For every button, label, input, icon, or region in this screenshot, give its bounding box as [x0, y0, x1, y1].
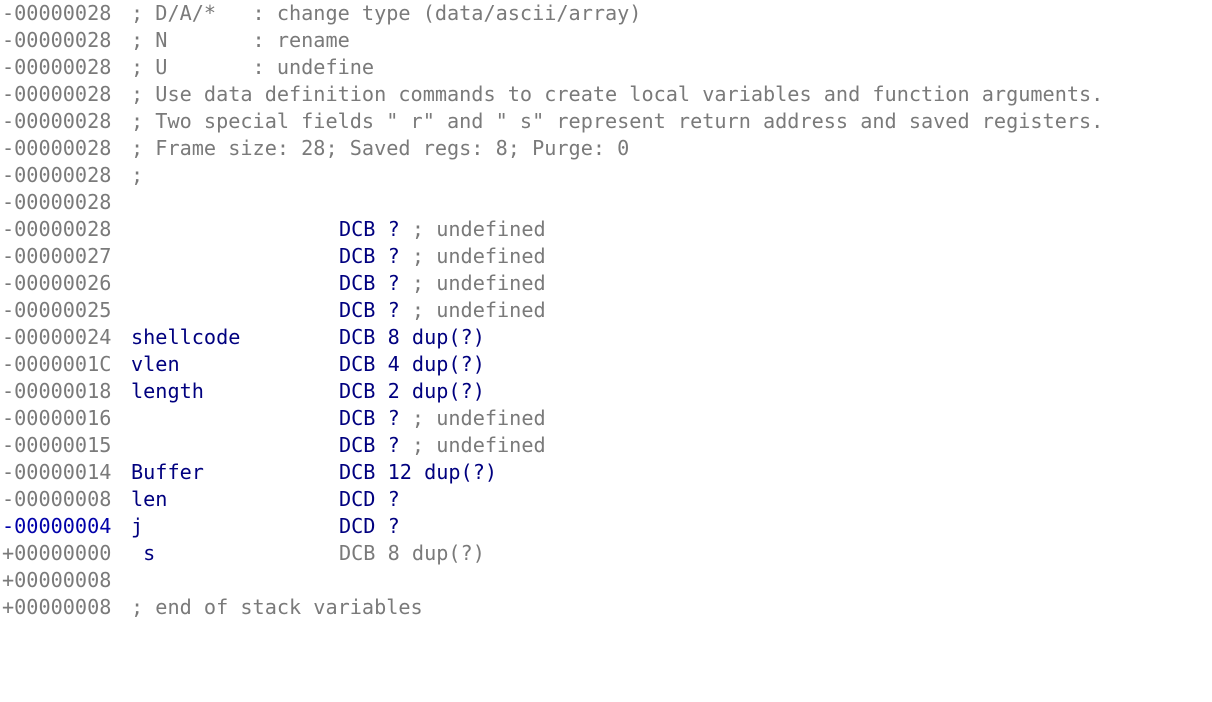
var-type: DCB ? [339, 217, 400, 241]
var-type: DCB ? [339, 298, 400, 322]
stack-var-line[interactable]: -00000024 shellcode DCB 8 dup(?) [0, 324, 1212, 351]
var-name[interactable]: len [131, 486, 167, 513]
stack-line[interactable]: -00000028 ; U : undefine [0, 54, 1212, 81]
stack-var-line[interactable]: -00000026 DCB ? ; undefined [0, 270, 1212, 297]
line-address: -00000018 [2, 379, 112, 403]
var-type: DCB ? [339, 433, 400, 457]
line-address: -00000025 [2, 298, 112, 322]
stack-var-line[interactable]: -00000015 DCB ? ; undefined [0, 432, 1212, 459]
stack-var-line[interactable]: -00000008 len DCD ? [0, 486, 1212, 513]
line-comment: ; Frame size: 28; Saved regs: 8; Purge: … [131, 136, 630, 160]
line-address: -00000028 [2, 1, 112, 25]
stack-line[interactable]: -00000028 ; Frame size: 28; Saved regs: … [0, 135, 1212, 162]
line-comment: ; Use data definition commands to create… [131, 82, 1104, 106]
line-address: -00000028 [2, 190, 112, 214]
var-name[interactable]: vlen [131, 351, 180, 378]
var-type: DCB ? [339, 244, 400, 268]
stack-var-line-selected[interactable]: -00000004 j DCD ? [0, 513, 1212, 540]
var-type[interactable]: DCB 8 dup(?) [339, 540, 485, 567]
var-name[interactable]: shellcode [131, 324, 240, 351]
line-address: -00000015 [2, 433, 112, 457]
var-definition[interactable]: DCB ? ; undefined [339, 297, 546, 324]
line-address: -00000014 [2, 460, 112, 484]
line-address: -00000028 [2, 28, 112, 52]
stack-var-line[interactable]: -00000014 Buffer DCB 12 dup(?) [0, 459, 1212, 486]
line-address: -00000004 [2, 514, 112, 538]
var-comment: ; undefined [399, 298, 546, 322]
line-address: -00000024 [2, 325, 112, 349]
stack-var-line[interactable]: -00000028 DCB ? ; undefined [0, 216, 1212, 243]
line-comment: ; N : rename [131, 28, 350, 52]
line-address: -00000026 [2, 271, 112, 295]
line-address: -00000028 [2, 136, 112, 160]
line-address: -00000027 [2, 244, 112, 268]
stack-line[interactable]: +00000008 ; end of stack variables [0, 594, 1212, 621]
var-comment: ; undefined [399, 406, 546, 430]
line-comment: ; end of stack variables [131, 595, 423, 619]
line-address: -00000028 [2, 82, 112, 106]
line-comment: ; U : undefine [131, 55, 375, 79]
line-address: -00000016 [2, 406, 112, 430]
line-comment: ; D/A/* : change type (data/ascii/array) [131, 1, 642, 25]
var-type[interactable]: DCB 2 dup(?) [339, 378, 485, 405]
stack-line[interactable]: -00000028 ; D/A/* : change type (data/as… [0, 0, 1212, 27]
stack-line[interactable]: -00000028 [0, 189, 1212, 216]
var-type: DCB ? [339, 271, 400, 295]
stack-var-line[interactable]: +00000000 s DCB 8 dup(?) [0, 540, 1212, 567]
var-type[interactable]: DCD ? [339, 486, 400, 513]
stack-var-line[interactable]: -00000025 DCB ? ; undefined [0, 297, 1212, 324]
var-comment: ; undefined [399, 271, 546, 295]
line-address: +00000008 [2, 595, 112, 619]
stack-var-line[interactable]: -0000001C vlen DCB 4 dup(?) [0, 351, 1212, 378]
var-comment: ; undefined [399, 244, 546, 268]
line-address: +00000000 [2, 541, 112, 565]
var-type[interactable]: DCD ? [339, 513, 400, 540]
stack-var-line[interactable]: -00000018 length DCB 2 dup(?) [0, 378, 1212, 405]
var-definition[interactable]: DCB ? ; undefined [339, 243, 546, 270]
stack-line[interactable]: -00000028 ; Use data definition commands… [0, 81, 1212, 108]
stack-frame-view[interactable]: -00000028 ; D/A/* : change type (data/as… [0, 0, 1212, 632]
var-definition[interactable]: DCB ? ; undefined [339, 216, 546, 243]
line-address: -00000028 [2, 55, 112, 79]
var-comment: ; undefined [399, 217, 546, 241]
stack-line[interactable]: -00000028 ; N : rename [0, 27, 1212, 54]
line-address: -00000028 [2, 109, 112, 133]
var-definition[interactable]: DCB ? ; undefined [339, 432, 546, 459]
var-type[interactable]: DCB 12 dup(?) [339, 459, 497, 486]
var-name[interactable]: Buffer [131, 459, 204, 486]
var-name[interactable]: s [131, 540, 155, 567]
var-type[interactable]: DCB 4 dup(?) [339, 351, 485, 378]
var-type[interactable]: DCB 8 dup(?) [339, 324, 485, 351]
var-type: DCB ? [339, 406, 400, 430]
stack-line[interactable]: -00000028 ; Two special fields " r" and … [0, 108, 1212, 135]
stack-line[interactable]: +00000008 [0, 567, 1212, 594]
line-comment: ; Two special fields " r" and " s" repre… [131, 109, 1104, 133]
stack-var-line[interactable]: -00000016 DCB ? ; undefined [0, 405, 1212, 432]
var-comment: ; undefined [399, 433, 546, 457]
var-definition[interactable]: DCB ? ; undefined [339, 270, 546, 297]
line-address: -00000028 [2, 163, 112, 187]
var-name[interactable]: j [131, 513, 143, 540]
line-address: -00000008 [2, 487, 112, 511]
stack-var-line[interactable]: -00000027 DCB ? ; undefined [0, 243, 1212, 270]
var-name[interactable]: length [131, 378, 204, 405]
line-comment: ; [131, 163, 144, 187]
stack-line[interactable]: -00000028 ; [0, 162, 1212, 189]
var-definition[interactable]: DCB ? ; undefined [339, 405, 546, 432]
line-address: -0000001C [2, 352, 112, 376]
line-address: +00000008 [2, 568, 112, 592]
line-address: -00000028 [2, 217, 112, 241]
